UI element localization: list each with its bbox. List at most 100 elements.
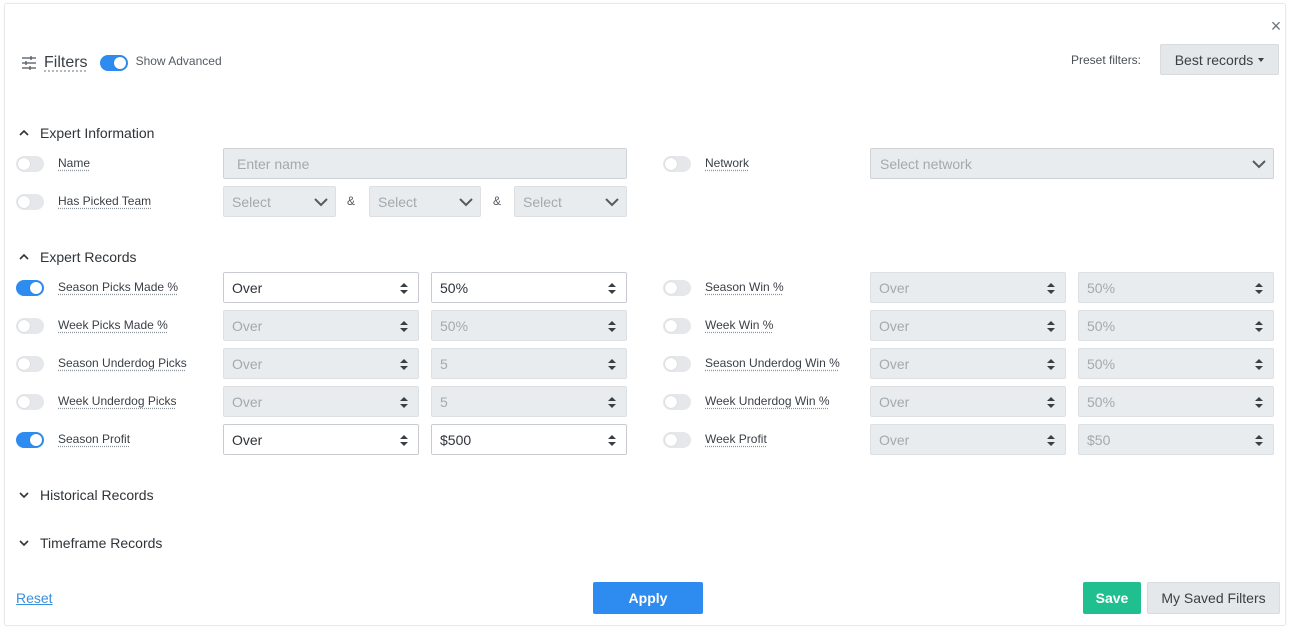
week-picks-made-operator-select[interactable]: Over	[223, 310, 419, 341]
season-underdog-win-label: Season Underdog Win %	[705, 356, 840, 370]
select-value: Over	[879, 393, 910, 410]
up-down-arrows-icon	[608, 321, 616, 332]
select-value: 50%	[440, 279, 469, 296]
filters-title[interactable]: Filters	[44, 54, 88, 72]
week-win-label: Week Win %	[705, 318, 774, 332]
week-picks-made-value-select[interactable]: 50%	[431, 310, 627, 341]
week-underdog-picks-value-select[interactable]: 5	[431, 386, 627, 417]
picked-team-select-3[interactable]: Select	[514, 186, 627, 217]
season-picks-made-toggle[interactable]	[16, 280, 44, 296]
select-value: Select	[378, 193, 417, 210]
close-icon[interactable]: ×	[1268, 17, 1284, 35]
picked-team-label: Has Picked Team	[58, 194, 152, 208]
select-value: 5	[440, 393, 448, 410]
preset-filters-value: Best records	[1174, 51, 1254, 68]
week-win-toggle[interactable]	[663, 318, 691, 334]
season-underdog-picks-toggle[interactable]	[16, 356, 44, 372]
up-down-arrows-icon	[1047, 283, 1055, 294]
up-down-arrows-icon	[400, 321, 408, 332]
season-profit-value-select[interactable]: $500	[431, 424, 627, 455]
week-picks-made-toggle[interactable]	[16, 318, 44, 334]
select-value: Over	[879, 279, 910, 296]
network-label: Network	[705, 156, 750, 170]
week-profit-toggle[interactable]	[663, 432, 691, 448]
week-underdog-win-value-select[interactable]: 50%	[1078, 386, 1274, 417]
select-value: Over	[232, 393, 263, 410]
chevron-down-icon	[314, 198, 328, 207]
up-down-arrows-icon	[1255, 321, 1263, 332]
network-placeholder: Select network	[880, 155, 972, 172]
season-underdog-picks-value-select[interactable]: 5	[431, 348, 627, 379]
select-value: Over	[232, 355, 263, 372]
select-value: 50%	[1087, 279, 1116, 296]
my-saved-filters-button[interactable]: My Saved Filters	[1147, 582, 1280, 614]
name-placeholder: Enter name	[237, 155, 310, 172]
week-underdog-win-label: Week Underdog Win %	[705, 394, 830, 408]
up-down-arrows-icon	[400, 359, 408, 370]
up-down-arrows-icon	[1255, 283, 1263, 294]
chevron-down-icon	[19, 492, 29, 499]
up-down-arrows-icon	[1255, 397, 1263, 408]
season-underdog-picks-operator-select[interactable]: Over	[223, 348, 419, 379]
season-underdog-win-toggle[interactable]	[663, 356, 691, 372]
up-down-arrows-icon	[1255, 435, 1263, 446]
up-down-arrows-icon	[400, 397, 408, 408]
section-title: Expert Information	[40, 125, 155, 141]
picked-team-toggle[interactable]	[16, 194, 44, 210]
name-toggle[interactable]	[16, 156, 44, 172]
week-profit-value-select[interactable]: $50	[1078, 424, 1274, 455]
save-button[interactable]: Save	[1083, 582, 1141, 614]
season-win-operator-select[interactable]: Over	[870, 272, 1066, 303]
season-underdog-win-value-select[interactable]: 50%	[1078, 348, 1274, 379]
week-win-value-select[interactable]: 50%	[1078, 310, 1274, 341]
picked-team-select-1[interactable]: Select	[223, 186, 336, 217]
select-value: 50%	[1087, 355, 1116, 372]
section-expert-records[interactable]: Expert Records	[17, 247, 136, 267]
section-expert-information[interactable]: Expert Information	[17, 123, 154, 143]
preset-filters-dropdown[interactable]: Best records	[1160, 44, 1279, 75]
show-advanced-toggle[interactable]	[99, 55, 128, 71]
week-win-operator-select[interactable]: Over	[870, 310, 1066, 341]
week-underdog-picks-toggle[interactable]	[16, 394, 44, 410]
sliders-icon	[22, 56, 36, 70]
chevron-up-icon	[19, 129, 29, 136]
season-picks-made-value-select[interactable]: 50%	[431, 272, 627, 303]
select-value: Over	[879, 431, 910, 448]
up-down-arrows-icon	[1255, 359, 1263, 370]
season-underdog-win-operator-select[interactable]: Over	[870, 348, 1066, 379]
select-value: Over	[879, 317, 910, 334]
season-win-value-select[interactable]: 50%	[1078, 272, 1274, 303]
season-picks-made-label: Season Picks Made %	[58, 280, 179, 294]
network-select[interactable]: Select network	[870, 148, 1274, 179]
week-underdog-win-toggle[interactable]	[663, 394, 691, 410]
season-profit-operator-select[interactable]: Over	[223, 424, 419, 455]
section-historical-records[interactable]: Historical Records	[17, 485, 154, 505]
filters-header: Filters Show Advanced	[21, 52, 222, 74]
week-underdog-picks-label: Week Underdog Picks	[58, 394, 177, 408]
section-timeframe-records[interactable]: Timeframe Records	[17, 533, 162, 553]
season-picks-made-operator-select[interactable]: Over	[223, 272, 419, 303]
season-win-toggle[interactable]	[663, 280, 691, 296]
season-profit-toggle[interactable]	[16, 432, 44, 448]
select-value: 50%	[1087, 393, 1116, 410]
picked-team-select-2[interactable]: Select	[369, 186, 481, 217]
week-underdog-win-operator-select[interactable]: Over	[870, 386, 1066, 417]
up-down-arrows-icon	[1047, 435, 1055, 446]
up-down-arrows-icon	[608, 397, 616, 408]
select-value: Select	[523, 193, 562, 210]
caret-down-icon	[1258, 57, 1265, 62]
name-input[interactable]: Enter name	[223, 148, 627, 179]
week-profit-operator-select[interactable]: Over	[870, 424, 1066, 455]
week-profit-label: Week Profit	[705, 432, 767, 446]
up-down-arrows-icon	[1047, 359, 1055, 370]
chevron-down-icon	[19, 540, 29, 547]
select-value: Over	[232, 431, 263, 448]
up-down-arrows-icon	[608, 359, 616, 370]
network-toggle[interactable]	[663, 156, 691, 172]
reset-link[interactable]: Reset	[16, 590, 53, 606]
filters-panel: × Filters Show Advanced Preset filters: …	[4, 3, 1286, 626]
up-down-arrows-icon	[1047, 321, 1055, 332]
apply-button[interactable]: Apply	[593, 582, 703, 614]
select-value: $500	[440, 431, 472, 448]
week-underdog-picks-operator-select[interactable]: Over	[223, 386, 419, 417]
